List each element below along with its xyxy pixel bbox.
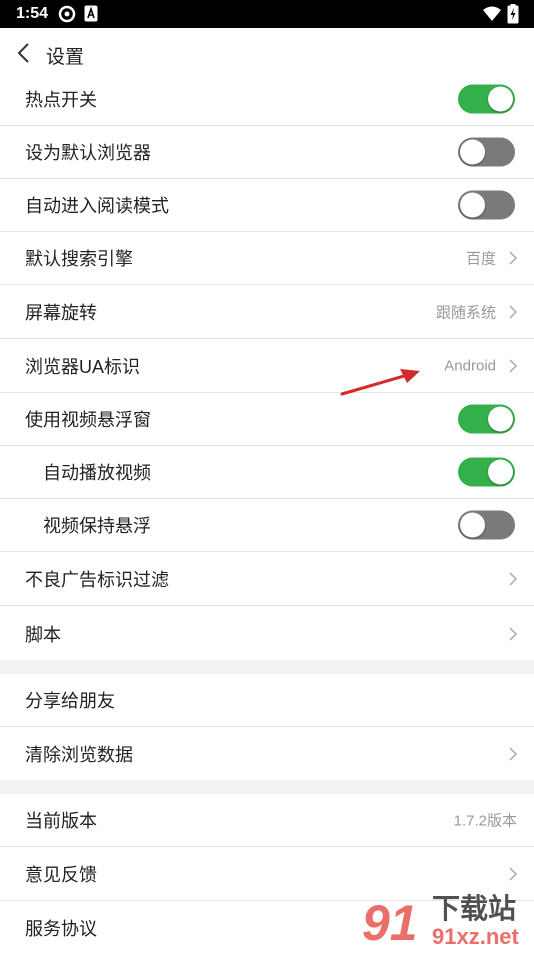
version-value: 1.7.2版本 [453,812,517,830]
setting-label: 屏幕旋转 [25,303,97,323]
setting-row-autoplay-video[interactable]: 自动播放视频 [0,446,534,499]
setting-row-default-browser[interactable]: 设为默认浏览器 [0,126,534,179]
float-video-toggle[interactable] [458,404,515,434]
status-bar: 1:54 [0,0,534,28]
chevron-right-icon [509,359,518,373]
setting-row-share[interactable]: 分享给朋友 [0,674,534,727]
chevron-right-icon [509,251,518,265]
accessibility-icon [84,5,98,22]
sync-icon [58,5,76,23]
setting-row-keep-floating[interactable]: 视频保持悬浮 [0,499,534,552]
watermark-mark: 91 [362,895,418,950]
setting-value: 跟随系统 [435,304,496,322]
watermark-text-main: 下载站 [432,892,516,925]
setting-value: Android [444,357,496,375]
back-arrow-icon[interactable] [12,40,38,66]
toggle-knob [488,86,513,112]
toggle-knob [460,192,485,218]
wifi-icon [483,6,501,21]
setting-value: 百度 [465,250,496,268]
setting-label: 脚本 [25,624,61,645]
battery-charging-icon [507,4,519,24]
watermark-text-url: 91xz.net [432,924,519,949]
chevron-right-icon [509,626,518,641]
annotation-arrow-icon [340,369,420,396]
setting-label: 浏览器UA标识 [25,357,141,377]
setting-label: 不良广告标识过滤 [25,570,169,590]
hotspot-toggle[interactable] [458,84,515,114]
setting-label: 分享给朋友 [25,691,115,711]
setting-row-auto-reader[interactable]: 自动进入阅读模式 [0,179,534,232]
setting-label: 设为默认浏览器 [25,143,151,163]
page-title: 设置 [46,47,85,68]
keep-floating-toggle[interactable] [458,510,515,540]
toggle-knob [488,459,513,485]
settings-header: 设置 [0,28,534,78]
toggle-knob [460,139,485,165]
setting-row-clear-data[interactable]: 清除浏览数据 [0,727,534,780]
toggle-knob [488,406,513,432]
status-time: 1:54 [16,5,49,22]
setting-label: 清除浏览数据 [25,744,133,765]
watermark-logo: 91 下载站 91xz.net [362,892,519,951]
toggle-knob [460,512,485,538]
section-divider [0,780,534,794]
chevron-right-icon [509,867,518,881]
setting-label: 意见反馈 [25,865,97,885]
setting-row-version: 当前版本 1.7.2版本 [0,794,534,847]
setting-label: 当前版本 [25,811,97,831]
autoplay-video-toggle[interactable] [458,457,515,487]
setting-row-float-video[interactable]: 使用视频悬浮窗 [0,393,534,446]
setting-row-hotspot[interactable]: 热点开关 [0,73,534,126]
setting-label: 服务协议 [25,918,97,939]
chevron-right-icon [509,746,518,761]
setting-label: 热点开关 [25,90,97,110]
section-divider [0,660,534,674]
setting-row-ad-filter[interactable]: 不良广告标识过滤 [0,553,534,606]
setting-row-search-engine[interactable]: 默认搜索引擎 百度 [0,232,534,285]
chevron-right-icon [509,572,518,586]
setting-label: 默认搜索引擎 [25,249,133,269]
default-browser-toggle[interactable] [458,137,515,167]
setting-label: 视频保持悬浮 [43,516,151,536]
watermark: 91 下载站 91xz.net [360,888,534,951]
setting-row-browser-ua[interactable]: 浏览器UA标识 Android [0,340,534,393]
setting-label: 自动进入阅读模式 [25,196,169,216]
chevron-right-icon [509,305,518,319]
setting-label: 使用视频悬浮窗 [25,410,151,430]
auto-reader-toggle[interactable] [458,190,515,220]
setting-label: 自动播放视频 [43,463,151,483]
setting-row-screen-rotation[interactable]: 屏幕旋转 跟随系统 [0,286,534,339]
setting-row-script[interactable]: 脚本 [0,607,534,660]
